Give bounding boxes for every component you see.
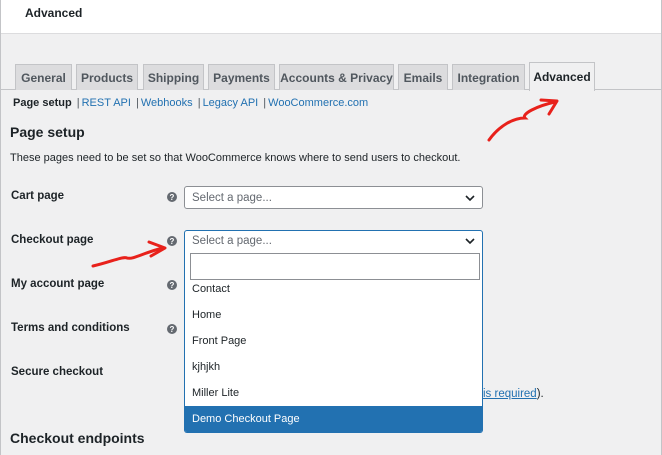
subnav-woocommerce-com[interactable]: WooCommerce.com <box>268 97 368 109</box>
subnav-separator: | <box>136 97 139 109</box>
red-arrow-annotation <box>91 240 167 268</box>
question-circle-icon[interactable]: ? <box>167 324 177 334</box>
dropdown-option[interactable]: Home <box>185 302 482 328</box>
chevron-down-icon <box>465 194 475 201</box>
red-arrow-annotation <box>487 98 559 142</box>
checkout-page-dropdown: Contact Home Front Page kjhjkh Miller Li… <box>184 251 483 433</box>
tab-shipping[interactable]: Shipping <box>143 64 204 90</box>
dropdown-option[interactable]: Miller Lite <box>185 380 482 406</box>
checkout-page-select[interactable]: Select a page... <box>184 230 483 252</box>
page-header: Advanced <box>1 0 661 34</box>
subnav-page-setup[interactable]: Page setup <box>13 97 72 109</box>
cart-page-placeholder: Select a page... <box>192 191 272 204</box>
section-subnav: Page setup | REST API | Webhooks | Legacy A… <box>13 97 368 109</box>
dropdown-option[interactable]: Contact <box>185 276 482 302</box>
cart-page-select[interactable]: Select a page... <box>184 186 483 209</box>
subnav-separator: | <box>197 97 201 109</box>
subnav-legacy-api[interactable]: Legacy API <box>203 97 259 109</box>
checkout-page-placeholder: Select a page... <box>192 235 272 247</box>
tab-payments[interactable]: Payments <box>208 64 275 90</box>
settings-tabs: General Products Shipping Payments Accou… <box>1 62 661 91</box>
section-title: Page setup <box>10 124 85 140</box>
tab-emails[interactable]: Emails <box>398 64 448 90</box>
terms-and-conditions-label: Terms and conditions <box>11 322 130 334</box>
my-account-page-label: My account page <box>11 278 105 290</box>
cart-page-label: Cart page <box>11 190 65 202</box>
question-circle-icon[interactable]: ? <box>167 280 177 290</box>
checkout-endpoints-title: Checkout endpoints <box>10 430 145 446</box>
chevron-down-icon <box>465 238 475 245</box>
tab-accounts-privacy[interactable]: Accounts & Privacy <box>279 64 394 90</box>
secure-checkout-notice: is required). <box>483 388 544 400</box>
checkout-page-label: Checkout page <box>11 234 94 246</box>
section-description: These pages need to be set so that WooCo… <box>10 152 461 164</box>
tab-general[interactable]: General <box>15 64 72 90</box>
subnav-rest-api[interactable]: REST API <box>82 97 131 109</box>
subnav-webhooks[interactable]: Webhooks <box>141 97 193 109</box>
tab-products[interactable]: Products <box>76 64 138 90</box>
subnav-separator: | <box>76 97 80 109</box>
ssl-required-link[interactable]: is required <box>483 388 537 400</box>
secure-checkout-label: Secure checkout <box>11 366 104 378</box>
tab-integration[interactable]: Integration <box>452 64 525 90</box>
dropdown-option[interactable]: Front Page <box>185 328 482 354</box>
dropdown-option[interactable]: kjhjkh <box>185 354 482 380</box>
dropdown-option-highlighted[interactable]: Demo Checkout Page <box>185 406 482 432</box>
tab-advanced[interactable]: Advanced <box>529 62 595 91</box>
page-title: Advanced <box>25 6 83 20</box>
subnav-separator: | <box>263 97 267 109</box>
question-circle-icon[interactable]: ? <box>167 192 177 202</box>
notice-suffix: ). <box>536 388 544 400</box>
